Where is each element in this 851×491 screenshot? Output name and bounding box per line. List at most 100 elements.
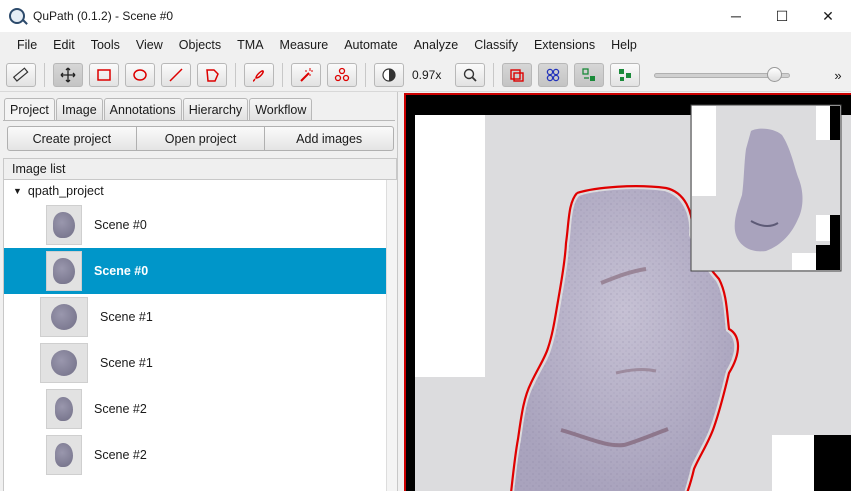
tab-project[interactable]: Project [4, 98, 55, 120]
menu-automate[interactable]: Automate [336, 38, 406, 52]
tab-divider [3, 120, 395, 121]
menu-tma[interactable]: TMA [229, 38, 271, 52]
wand-tool-button[interactable] [291, 62, 321, 87]
slide-image[interactable] [406, 95, 851, 491]
toolbar-overflow-button[interactable]: » [829, 65, 847, 85]
menu-measure[interactable]: Measure [272, 38, 337, 52]
empty-tile [814, 435, 851, 491]
toolbar-separator [365, 62, 366, 87]
image-list-item-selected[interactable]: Scene #0 [4, 248, 386, 294]
image-label: Scene #1 [100, 310, 153, 324]
toolbar-separator [235, 62, 236, 87]
tma-grid-icon [547, 68, 560, 81]
filled-detections-icon [619, 68, 632, 81]
menu-view[interactable]: View [128, 38, 171, 52]
close-button[interactable]: ✕ [805, 0, 851, 32]
image-viewer[interactable] [404, 93, 851, 491]
opacity-slider[interactable] [654, 63, 791, 87]
minimize-button[interactable]: ─ [713, 0, 759, 32]
image-list-header: Image list [3, 158, 397, 180]
expand-caret-icon[interactable]: ▼ [13, 186, 22, 196]
move-arrows-icon [60, 67, 76, 82]
points-icon [334, 67, 350, 81]
qupath-app-icon [9, 8, 25, 24]
tab-annotations[interactable]: Annotations [103, 98, 182, 120]
annotations-icon [510, 68, 525, 82]
tab-hierarchy[interactable]: Hierarchy [182, 98, 249, 120]
toolbar-separator [282, 62, 283, 87]
brush-icon [252, 69, 264, 82]
image-list-item[interactable]: Scene #1 [4, 294, 386, 340]
menu-edit[interactable]: Edit [45, 38, 83, 52]
menu-objects[interactable]: Objects [171, 38, 229, 52]
points-tool-button[interactable] [327, 62, 357, 87]
create-project-button[interactable]: Create project [7, 126, 137, 151]
contrast-icon [382, 67, 396, 82]
image-label: Scene #2 [94, 448, 147, 462]
show-detections-button[interactable] [574, 62, 605, 87]
image-label: Scene #0 [94, 218, 147, 232]
ellipse-icon [133, 68, 147, 81]
image-label: Scene #0 [94, 264, 149, 278]
fill-detections-button[interactable] [610, 62, 641, 87]
toolbar-separator [493, 62, 495, 87]
image-list-item[interactable]: Scene #2 [4, 386, 386, 432]
overview-thumbnail[interactable] [690, 104, 842, 272]
menu-analyze[interactable]: Analyze [406, 38, 466, 52]
polygon-icon [206, 68, 219, 82]
zoom-level: 0.97x [412, 67, 442, 82]
empty-tile [772, 435, 814, 491]
window-title: QuPath (0.1.2) - Scene #0 [33, 9, 174, 23]
line-tool-button[interactable] [161, 62, 191, 87]
image-label: Scene #1 [100, 356, 153, 370]
menu-tools[interactable]: Tools [83, 38, 128, 52]
detections-icon [582, 67, 596, 81]
image-thumbnail [40, 343, 88, 383]
rectangle-tool-button[interactable] [89, 62, 119, 87]
tab-image[interactable]: Image [55, 98, 103, 120]
zoom-to-fit-button[interactable] [455, 62, 486, 87]
image-list-scrollbar[interactable] [386, 180, 397, 491]
project-actions: Create project Open project Add images [7, 126, 395, 151]
image-thumbnail [46, 251, 82, 291]
image-label: Scene #2 [94, 402, 147, 416]
magic-wand-icon [300, 67, 313, 82]
menu-help[interactable]: Help [603, 38, 645, 52]
image-list-item[interactable]: Scene #1 [4, 340, 386, 386]
analysis-pane: Project Image Annotations Hierarchy Work… [0, 92, 398, 491]
image-thumbnail [46, 389, 82, 429]
toolbar: 0.97x » [0, 58, 851, 92]
brightness-contrast-button[interactable] [374, 62, 404, 87]
brush-tool-button[interactable] [244, 62, 274, 87]
ruler-icon [12, 66, 29, 82]
magnifier-icon [464, 68, 477, 82]
show-annotations-button[interactable] [502, 62, 533, 87]
menu-file[interactable]: File [9, 38, 45, 52]
window-controls: ─ ☐ ✕ [713, 0, 851, 32]
tab-workflow[interactable]: Workflow [249, 98, 313, 120]
menu-extensions[interactable]: Extensions [526, 38, 603, 52]
slider-thumb[interactable] [766, 66, 782, 82]
menu-classify[interactable]: Classify [466, 38, 526, 52]
move-tool-button[interactable] [53, 62, 83, 87]
image-thumbnail [40, 297, 88, 337]
image-list[interactable]: ▼ qpath_project Scene #0 Scene #0 Scene … [3, 180, 386, 491]
show-tma-grid-button[interactable] [538, 62, 569, 87]
project-root-node[interactable]: ▼ qpath_project [4, 180, 386, 202]
title-bar: QuPath (0.1.2) - Scene #0 ─ ☐ ✕ [0, 0, 851, 32]
maximize-button[interactable]: ☐ [759, 0, 805, 32]
empty-tile [415, 115, 485, 377]
project-root-label: qpath_project [27, 184, 104, 198]
image-thumbnail [46, 435, 82, 475]
image-thumbnail [46, 205, 82, 245]
open-project-button[interactable]: Open project [135, 126, 266, 151]
ellipse-tool-button[interactable] [125, 62, 155, 87]
image-list-item[interactable]: Scene #0 [4, 202, 386, 248]
polygon-tool-button[interactable] [197, 62, 227, 87]
toolbar-separator [44, 62, 45, 87]
menu-bar: File Edit Tools View Objects TMA Measure… [0, 32, 851, 58]
measure-tool-button[interactable] [6, 62, 36, 87]
pane-tabs: Project Image Annotations Hierarchy Work… [4, 98, 313, 120]
add-images-button[interactable]: Add images [264, 126, 395, 151]
image-list-item[interactable]: Scene #2 [4, 432, 386, 478]
